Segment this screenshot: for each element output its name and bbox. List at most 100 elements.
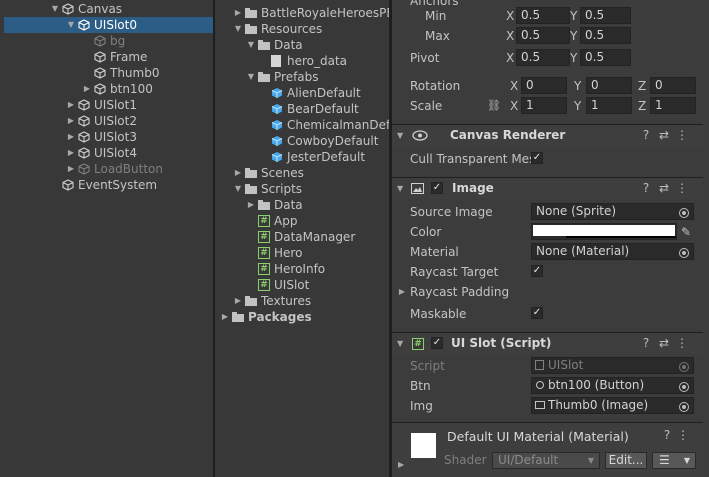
collapse-arrow-icon[interactable]: ▼ <box>66 17 76 33</box>
project-item[interactable]: ▶ BattleRoyaleHeroesPE <box>215 5 389 21</box>
hierarchy-item[interactable]: ▶ UISlot4 <box>0 145 213 161</box>
expand-arrow-icon[interactable]: ▶ <box>233 5 243 21</box>
collapse-arrow-icon[interactable]: ▼ <box>397 125 403 146</box>
collapse-arrow-icon[interactable]: ▼ <box>50 1 60 17</box>
object-picker-icon[interactable] <box>679 248 689 258</box>
raycast-target-checkbox[interactable]: ✓ <box>531 265 543 277</box>
cull-transparent-checkbox[interactable]: ✓ <box>531 152 543 164</box>
expand-arrow-icon[interactable]: ▶ <box>82 81 92 97</box>
color-field[interactable] <box>531 223 677 240</box>
raycast-padding-row[interactable]: ▶ Raycast Padding <box>392 282 709 302</box>
pivot-x-field[interactable]: 0.5 <box>516 49 570 66</box>
project-item[interactable]: ▶ Scenes <box>215 165 389 181</box>
rotation-z-field[interactable]: 0 <box>650 77 696 94</box>
project-item[interactable]: hero_data <box>215 53 389 69</box>
expand-arrow-icon[interactable]: ▶ <box>66 145 76 161</box>
collapse-arrow-icon[interactable]: ▼ <box>233 181 243 197</box>
expand-arrow-icon[interactable]: ▶ <box>233 165 243 181</box>
help-icon[interactable]: ? <box>637 125 655 146</box>
project-item[interactable]: ▶ Textures <box>215 293 389 309</box>
project-item[interactable]: ▶ Data <box>215 197 389 213</box>
anchors-min-y-field[interactable]: 0.5 <box>580 7 631 24</box>
project-item[interactable]: BearDefault <box>215 101 389 117</box>
project-item[interactable]: ▼ Prefabs <box>215 69 389 85</box>
project-item[interactable]: # UISlot <box>215 277 389 293</box>
hierarchy-item[interactable]: ▶ LoadButton <box>0 161 213 177</box>
eyedropper-icon[interactable]: ✎ <box>681 222 691 242</box>
uislot-enabled-checkbox[interactable]: ✓ <box>431 337 443 349</box>
anchors-max-y-field[interactable]: 0.5 <box>580 27 631 44</box>
image-enabled-checkbox[interactable]: ✓ <box>431 182 443 194</box>
hierarchy-item[interactable]: Frame <box>0 49 213 65</box>
hierarchy-item[interactable]: EventSystem <box>0 177 213 193</box>
rotation-x-field[interactable]: 0 <box>521 77 567 94</box>
btn-field[interactable]: btn100 (Button) <box>531 377 694 394</box>
anchors-min-x-field[interactable]: 0.5 <box>516 7 570 24</box>
project-item[interactable]: # App <box>215 213 389 229</box>
shader-options-button[interactable]: ☰ ▼ <box>652 452 696 469</box>
project-item[interactable]: CowboyDefault <box>215 133 389 149</box>
canvas-renderer-header[interactable]: ▼ Canvas Renderer ? ⇄ ⋮ <box>392 124 709 146</box>
project-item[interactable]: ▶ Packages <box>215 309 389 325</box>
collapse-arrow-icon[interactable]: ▼ <box>397 333 403 354</box>
collapse-arrow-icon[interactable]: ▼ <box>246 69 256 85</box>
project-item[interactable]: JesterDefault <box>215 149 389 165</box>
scale-z-field[interactable]: 1 <box>650 97 696 114</box>
project-item[interactable]: ChemicalmanDef <box>215 117 389 133</box>
help-icon[interactable]: ? <box>637 333 655 354</box>
context-menu-icon[interactable]: ⋮ <box>675 428 691 442</box>
expand-arrow-icon[interactable]: ▶ <box>66 129 76 145</box>
hierarchy-item[interactable]: bg <box>0 33 213 49</box>
hierarchy-item[interactable]: ▼ UISlot0 <box>4 17 213 33</box>
expand-arrow-icon[interactable]: ▶ <box>66 97 76 113</box>
hierarchy-item[interactable]: ▶ UISlot3 <box>0 129 213 145</box>
collapse-arrow-icon[interactable]: ▼ <box>233 21 243 37</box>
object-picker-icon[interactable] <box>679 382 689 392</box>
project-item[interactable]: ▼ Data <box>215 37 389 53</box>
img-field[interactable]: Thumb0 (Image) <box>531 397 694 414</box>
context-menu-icon[interactable]: ⋮ <box>673 333 691 354</box>
help-icon[interactable]: ? <box>659 428 675 442</box>
scale-x-field[interactable]: 1 <box>521 97 567 114</box>
presets-icon[interactable]: ⇄ <box>655 125 673 146</box>
project-item[interactable]: AlienDefault <box>215 85 389 101</box>
edit-shader-button[interactable]: Edit... <box>605 452 647 469</box>
hierarchy-item[interactable]: ▶ UISlot1 <box>0 97 213 113</box>
hierarchy-item[interactable]: ▼ Canvas <box>0 1 213 17</box>
expand-arrow-icon[interactable]: ▶ <box>220 309 230 325</box>
context-menu-icon[interactable]: ⋮ <box>673 178 691 199</box>
material-field[interactable]: None (Material) <box>531 243 694 260</box>
hierarchy-item[interactable]: ▶ UISlot2 <box>0 113 213 129</box>
pivot-y-field[interactable]: 0.5 <box>580 49 631 66</box>
hierarchy-item[interactable]: ▶ btn100 <box>0 81 213 97</box>
inspector-scrollbar[interactable] <box>703 0 709 477</box>
expand-arrow-icon[interactable]: ▶ <box>233 293 243 309</box>
object-picker-icon[interactable] <box>679 208 689 218</box>
expand-arrow-icon[interactable]: ▶ <box>66 113 76 129</box>
project-item[interactable]: ▼ Resources <box>215 21 389 37</box>
presets-icon[interactable]: ⇄ <box>655 333 673 354</box>
constrain-proportions-icon[interactable]: ⛓ <box>487 96 501 116</box>
expand-arrow-icon[interactable]: ▶ <box>398 460 404 469</box>
maskable-checkbox[interactable]: ✓ <box>531 307 543 319</box>
help-icon[interactable]: ? <box>637 178 655 199</box>
source-image-field[interactable]: None (Sprite) <box>531 203 694 220</box>
expand-arrow-icon[interactable]: ▶ <box>66 161 76 177</box>
scale-y-field[interactable]: 1 <box>586 97 632 114</box>
expand-arrow-icon[interactable]: ▶ <box>246 197 256 213</box>
project-item[interactable]: # HeroInfo <box>215 261 389 277</box>
collapse-arrow-icon[interactable]: ▼ <box>397 178 403 199</box>
image-component-header[interactable]: ▼ ✓ Image ? ⇄ ⋮ <box>392 177 709 199</box>
presets-icon[interactable]: ⇄ <box>655 178 673 199</box>
object-picker-icon[interactable] <box>679 402 689 412</box>
hierarchy-item[interactable]: Thumb0 <box>0 65 213 81</box>
project-item[interactable]: # DataManager <box>215 229 389 245</box>
project-item[interactable]: ▼ Scripts <box>215 181 389 197</box>
uislot-script-header[interactable]: ▼ # ✓ UI Slot (Script) ? ⇄ ⋮ <box>392 332 709 354</box>
project-item[interactable]: # Hero <box>215 245 389 261</box>
anchors-max-x-field[interactable]: 0.5 <box>516 27 570 44</box>
shader-dropdown[interactable]: UI/Default ▼ <box>492 452 600 469</box>
collapse-arrow-icon[interactable]: ▼ <box>246 37 256 53</box>
context-menu-icon[interactable]: ⋮ <box>673 125 691 146</box>
rotation-y-field[interactable]: 0 <box>586 77 632 94</box>
